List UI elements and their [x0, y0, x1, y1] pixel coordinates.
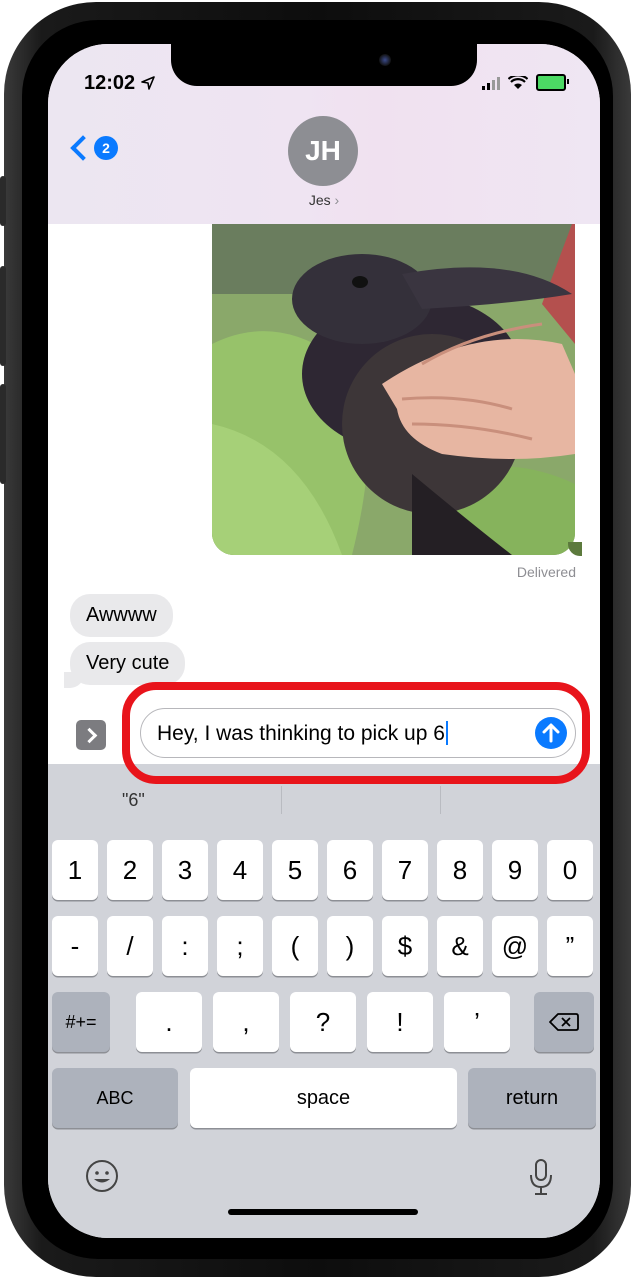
contact-avatar[interactable]: JH: [288, 116, 358, 186]
location-arrow-icon: [140, 76, 155, 90]
key-more-symbols[interactable]: #+=: [52, 992, 110, 1052]
wifi-icon: [508, 75, 528, 89]
highlight-annotation: [122, 682, 590, 784]
key-return[interactable]: return: [468, 1068, 596, 1128]
key-hyphen[interactable]: -: [52, 916, 98, 976]
back-button[interactable]: 2: [68, 135, 118, 161]
key-7[interactable]: 7: [382, 840, 428, 900]
key-question[interactable]: ?: [290, 992, 356, 1052]
prediction-text: "6": [122, 789, 145, 810]
delete-key[interactable]: [534, 992, 594, 1052]
message-bubble[interactable]: Awwww: [70, 594, 173, 637]
key-close-paren[interactable]: ): [327, 916, 373, 976]
emoji-icon: [86, 1160, 118, 1192]
microphone-icon: [530, 1159, 552, 1195]
contact-name-button[interactable]: Jes ›: [48, 192, 600, 208]
key-5[interactable]: 5: [272, 840, 318, 900]
dictation-button[interactable]: [528, 1158, 554, 1203]
key-space[interactable]: space: [190, 1068, 457, 1128]
photo-message[interactable]: [212, 224, 575, 555]
key-8[interactable]: 8: [437, 840, 483, 900]
key-4[interactable]: 4: [217, 840, 263, 900]
key-period[interactable]: .: [136, 992, 202, 1052]
mute-switch: [0, 176, 6, 226]
key-semicolon[interactable]: ;: [217, 916, 263, 976]
battery-charging-icon: [536, 74, 569, 91]
key-slash[interactable]: /: [107, 916, 153, 976]
volume-down-button: [0, 384, 6, 484]
key-dollar[interactable]: $: [382, 916, 428, 976]
status-indicators: [482, 74, 569, 91]
key-comma[interactable]: ,: [213, 992, 279, 1052]
delivered-status: Delivered: [516, 564, 576, 580]
key-0[interactable]: 0: [547, 840, 593, 900]
key-6[interactable]: 6: [327, 840, 373, 900]
cellular-signal-icon: [482, 76, 500, 90]
backspace-icon: [549, 1013, 579, 1031]
chevron-left-icon: [70, 135, 96, 161]
unread-badge: 2: [94, 136, 118, 160]
key-quote[interactable]: ”: [547, 916, 593, 976]
key-at[interactable]: @: [492, 916, 538, 976]
chevron-right-icon: ›: [334, 192, 340, 208]
home-indicator[interactable]: [228, 1209, 418, 1215]
status-time: 12:02: [84, 72, 155, 95]
keyboard: "6" 1 2 3 4 5 6 7 8 9 0 - / : ; ( ) $ & …: [48, 764, 600, 1238]
message-bubble[interactable]: Very cute: [70, 642, 186, 685]
status-time-text: 12:02: [84, 72, 136, 94]
key-9[interactable]: 9: [492, 840, 538, 900]
emoji-button[interactable]: [84, 1158, 120, 1199]
rabbit-photo: [212, 224, 575, 555]
key-open-paren[interactable]: (: [272, 916, 318, 976]
key-abc[interactable]: ABC: [52, 1068, 178, 1128]
key-ampersand[interactable]: &: [437, 916, 483, 976]
key-exclamation[interactable]: !: [367, 992, 433, 1052]
key-3[interactable]: 3: [162, 840, 208, 900]
front-camera: [379, 54, 391, 66]
contact-name: Jes: [308, 192, 331, 208]
notch: [171, 44, 477, 86]
key-1[interactable]: 1: [52, 840, 98, 900]
phone-screen: 12:02 2 JH Jes › Delivered Awwww Very cu…: [48, 44, 600, 1238]
photo-bubble-tail: [568, 542, 582, 556]
key-2[interactable]: 2: [107, 840, 153, 900]
key-colon[interactable]: :: [162, 916, 208, 976]
key-apostrophe[interactable]: ’: [444, 992, 510, 1052]
chevron-right-icon: [81, 727, 98, 743]
volume-up-button: [0, 266, 6, 366]
expand-apps-button[interactable]: [76, 720, 106, 750]
